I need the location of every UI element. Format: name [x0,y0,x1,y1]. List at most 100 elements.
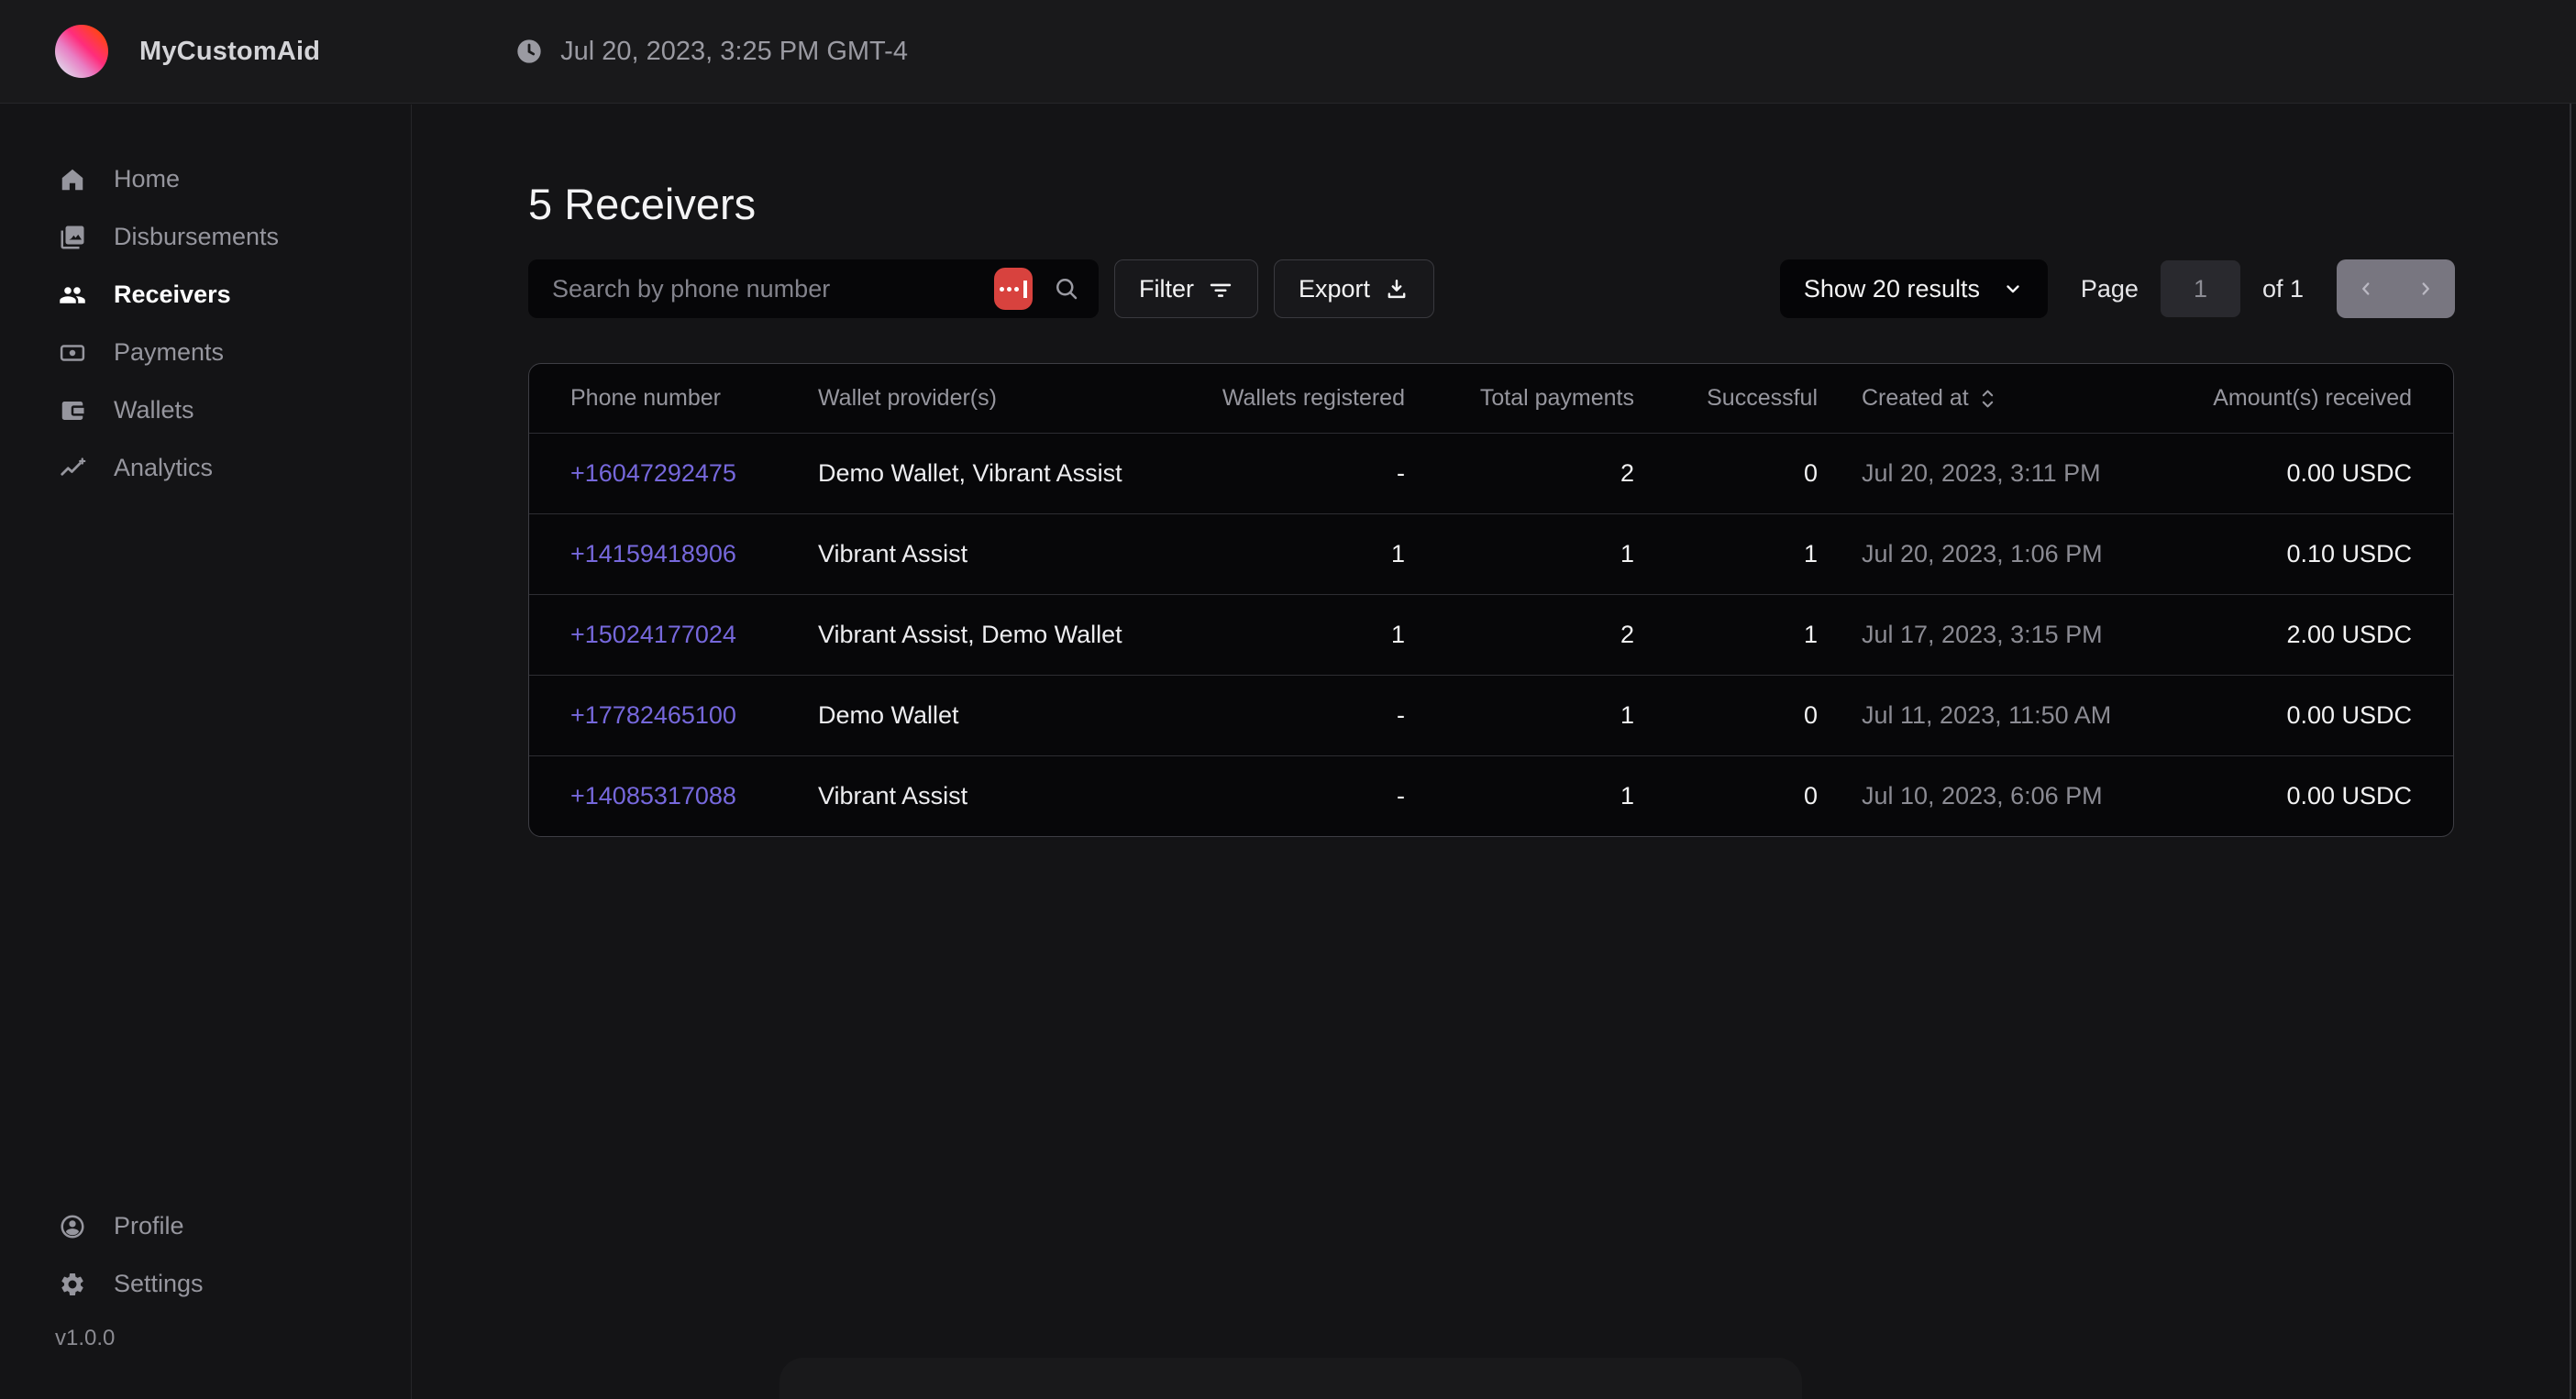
settings-icon [59,1271,86,1298]
wallets-registered-cell: - [1185,701,1405,730]
wallet-icon [59,397,86,424]
wallets-registered-cell: 1 [1185,621,1405,649]
sidebar-item-payments[interactable]: Payments [0,324,411,381]
column-header-created-at[interactable]: Created at [1818,385,2184,412]
phone-number-link[interactable]: +15024177024 [570,621,818,649]
sort-icon [1980,386,1996,412]
sidebar-item-label: Analytics [114,454,213,482]
amount-cell: 2.00 USDC [2184,621,2412,649]
column-header-phone: Phone number [570,385,818,412]
app-logo-icon [55,25,108,78]
column-header-created-at-label: Created at [1862,385,1969,412]
total-payments-cell: 1 [1405,701,1634,730]
table-row: +14085317088 Vibrant Assist - 1 0 Jul 10… [529,755,2453,836]
sidebar-item-label: Receivers [114,281,231,309]
bottom-sheet-peek [779,1358,1802,1399]
amount-cell: 0.10 USDC [2184,540,2412,568]
column-header-amount: Amount(s) received [2184,385,2412,412]
payments-icon [59,339,86,367]
column-header-providers: Wallet provider(s) [818,385,1185,412]
phone-number-link[interactable]: +17782465100 [570,701,818,730]
wallet-providers-cell: Vibrant Assist [818,540,1185,568]
wallets-registered-cell: - [1185,459,1405,488]
amount-cell: 0.00 USDC [2184,701,2412,730]
toolbar: Filter Export [528,259,1434,318]
wallet-providers-cell: Demo Wallet, Vibrant Assist [818,459,1185,488]
wallet-providers-cell: Vibrant Assist [818,782,1185,810]
phone-number-link[interactable]: +14159418906 [570,540,818,568]
current-time: Jul 20, 2023, 3:25 PM GMT-4 [514,37,908,67]
pagination-controls: Show 20 results Page of 1 [1780,259,2455,318]
export-button[interactable]: Export [1274,259,1434,318]
sidebar-item-label: Wallets [114,396,194,424]
search-icon[interactable] [1053,275,1080,303]
brand[interactable]: MyCustomAid [55,25,320,78]
successful-cell: 0 [1634,459,1818,488]
column-header-successful: Successful [1634,385,1818,412]
sidebar-item-label: Home [114,165,180,193]
sidebar: Home Disbursements Receivers Payments [0,105,412,1399]
total-payments-cell: 1 [1405,540,1634,568]
table-row: +16047292475 Demo Wallet, Vibrant Assist… [529,433,2453,513]
successful-cell: 1 [1634,621,1818,649]
created-at-cell: Jul 20, 2023, 3:11 PM [1818,459,2184,488]
successful-cell: 0 [1634,782,1818,810]
pager-button-group [2337,259,2455,318]
search-box [528,259,1099,318]
previous-page-button[interactable] [2337,259,2396,318]
sidebar-item-settings[interactable]: Settings [0,1255,411,1313]
sidebar-item-profile[interactable]: Profile [0,1197,411,1255]
app-name: MyCustomAid [139,37,320,67]
filter-button-label: Filter [1139,275,1194,303]
sidebar-item-wallets[interactable]: Wallets [0,381,411,439]
sidebar-item-home[interactable]: Home [0,150,411,208]
home-icon [59,166,86,193]
amount-cell: 0.00 USDC [2184,459,2412,488]
top-bar: MyCustomAid Jul 20, 2023, 3:25 PM GMT-4 [0,0,2576,104]
table-header-row: Phone number Wallet provider(s) Wallets … [529,364,2453,433]
clock-icon [514,37,544,66]
total-payments-cell: 2 [1405,621,1634,649]
successful-cell: 0 [1634,701,1818,730]
column-header-wallets-registered: Wallets registered [1185,385,1405,412]
page-size-select[interactable]: Show 20 results [1780,259,2048,318]
wallet-providers-cell: Demo Wallet [818,701,1185,730]
page-number-input[interactable] [2161,260,2240,317]
app-version: v1.0.0 [0,1326,411,1351]
phone-number-link[interactable]: +16047292475 [570,459,818,488]
table-row: +17782465100 Demo Wallet - 1 0 Jul 11, 2… [529,675,2453,755]
sidebar-item-disbursements[interactable]: Disbursements [0,208,411,266]
next-page-button[interactable] [2396,259,2456,318]
disbursements-icon [59,224,86,251]
table-row: +14159418906 Vibrant Assist 1 1 1 Jul 20… [529,513,2453,594]
amount-cell: 0.00 USDC [2184,782,2412,810]
receivers-table: Phone number Wallet provider(s) Wallets … [528,363,2454,837]
sidebar-item-receivers[interactable]: Receivers [0,266,411,324]
total-payments-cell: 2 [1405,459,1634,488]
timestamp-text: Jul 20, 2023, 3:25 PM GMT-4 [560,37,908,67]
sidebar-item-label: Profile [114,1212,184,1240]
column-header-total-payments: Total payments [1405,385,1634,412]
created-at-cell: Jul 10, 2023, 6:06 PM [1818,782,2184,810]
chevron-down-icon [2002,278,2024,300]
password-manager-icon[interactable] [994,268,1033,310]
chevron-right-icon [2416,279,2436,299]
successful-cell: 1 [1634,540,1818,568]
filter-lines-icon [1208,276,1233,302]
sidebar-item-label: Settings [114,1270,204,1298]
app-window: MyCustomAid Jul 20, 2023, 3:25 PM GMT-4 … [0,0,2576,1399]
total-payments-cell: 1 [1405,782,1634,810]
created-at-cell: Jul 11, 2023, 11:50 AM [1818,701,2184,730]
page-label: Page [2081,275,2139,303]
sidebar-nav: Home Disbursements Receivers Payments [0,105,411,497]
created-at-cell: Jul 20, 2023, 1:06 PM [1818,540,2184,568]
table-row: +15024177024 Vibrant Assist, Demo Wallet… [529,594,2453,675]
filter-button[interactable]: Filter [1114,259,1258,318]
window-right-border [2570,104,2571,1399]
export-button-label: Export [1299,275,1370,303]
analytics-icon [59,455,86,482]
wallets-registered-cell: 1 [1185,540,1405,568]
sidebar-item-analytics[interactable]: Analytics [0,439,411,497]
phone-number-link[interactable]: +14085317088 [570,782,818,810]
sidebar-footer: Profile Settings v1.0.0 [0,1197,411,1351]
